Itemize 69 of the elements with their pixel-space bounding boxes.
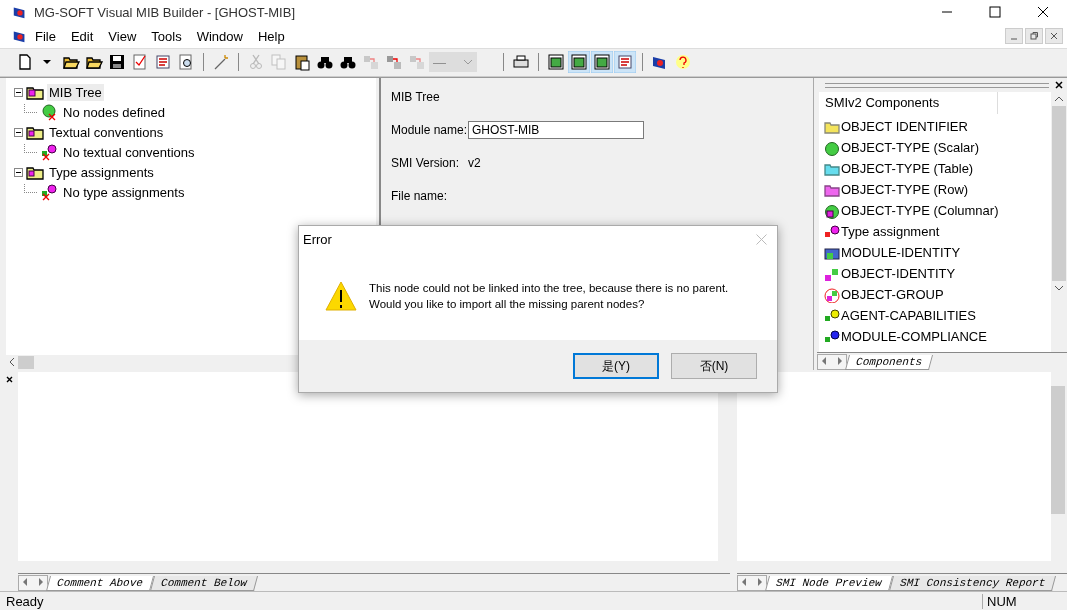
column-header[interactable]: SMIv2 Components <box>819 92 998 115</box>
component-item[interactable]: MODULE-IDENTITY <box>841 245 961 261</box>
collapse-icon[interactable] <box>14 127 23 137</box>
field-value: v2 <box>468 156 481 171</box>
component-item[interactable]: OBJECT-TYPE (Scalar) <box>841 140 979 156</box>
tree-item[interactable]: Textual conventions <box>47 123 166 141</box>
warning-icon <box>325 281 357 311</box>
maximize-icon[interactable] <box>989 6 1001 19</box>
collapse-icon[interactable] <box>14 167 23 177</box>
field-label: Module name: <box>391 123 468 138</box>
component-item[interactable]: OBJECT-TYPE (Table) <box>841 161 974 177</box>
dialog-message: This node could not be linked into the tree, because there is no parent. Would you like to import all the missing parent nodes? <box>369 281 729 312</box>
scroll-thumb[interactable] <box>1052 106 1066 282</box>
panel-tab[interactable]: Components <box>845 354 934 370</box>
component-item[interactable]: OBJECT-TYPE (Row) <box>841 182 969 198</box>
component-item[interactable]: OBJECT-TYPE (Columnar) <box>841 203 999 219</box>
component-item[interactable]: OBJECT-IDENTITY <box>841 266 956 282</box>
panel-tab[interactable]: Comment Above <box>46 576 154 592</box>
window-title: MG-SOFT Visual MIB Builder - [GHOST-MIB] <box>34 4 295 20</box>
tab-scroll-icon[interactable] <box>737 575 767 592</box>
list-icon[interactable] <box>614 51 636 74</box>
component-icon <box>824 223 840 240</box>
component-icon <box>824 328 840 345</box>
close-icon[interactable] <box>1055 81 1063 90</box>
component-icon <box>824 307 840 324</box>
dialog-button[interactable]: 否(N) <box>671 353 757 379</box>
component-item[interactable]: MODULE-COMPLIANCE <box>841 329 987 345</box>
component-item[interactable]: AGENT-CAPABILITIES <box>841 308 976 324</box>
tree-item[interactable]: No type assignments <box>61 183 187 201</box>
menu-item[interactable]: File <box>28 28 64 44</box>
tree-item[interactable]: MIB Tree <box>47 83 104 101</box>
menu-item[interactable]: Window <box>189 28 251 44</box>
component-icon <box>824 139 840 156</box>
window-icon[interactable] <box>591 51 613 74</box>
component-item[interactable]: OBJECT IDENTIFIER <box>841 119 968 135</box>
component-icon <box>824 202 840 219</box>
tree-item[interactable]: No textual conventions <box>61 143 197 161</box>
menu-item[interactable]: Tools <box>144 28 190 44</box>
panel-tab[interactable]: SMI Node Preview <box>765 576 893 592</box>
no-items-icon <box>40 183 58 202</box>
panel-heading: MIB Tree <box>391 90 441 105</box>
component-item[interactable]: Type assignment <box>841 224 940 240</box>
no-items-icon <box>40 143 58 162</box>
dialog-button[interactable]: 是(Y) <box>573 353 659 379</box>
scroll-thumb[interactable] <box>1051 385 1065 514</box>
status-message: Ready <box>6 593 44 609</box>
tab-scroll-icon[interactable] <box>817 353 847 370</box>
menu-item[interactable]: Help <box>250 28 293 44</box>
panel-tab[interactable]: SMI Consistency Report <box>888 576 1056 592</box>
field-label: File name: <box>391 189 449 204</box>
no-nodes-icon <box>40 103 58 122</box>
window-icon[interactable] <box>568 51 590 74</box>
restore-icon[interactable] <box>1025 28 1043 45</box>
panel-tab[interactable]: Comment Below <box>149 576 258 592</box>
component-item[interactable]: OBJECT-GROUP <box>841 287 944 303</box>
field-label: SMI Version: <box>391 156 461 171</box>
close-icon[interactable] <box>1037 6 1049 19</box>
module-name-field[interactable]: GHOST-MIB <box>468 121 644 140</box>
close-icon[interactable] <box>5 375 13 383</box>
scroll-thumb[interactable] <box>18 355 34 369</box>
tree-item[interactable]: Type assignments <box>47 163 156 181</box>
tab-scroll-icon[interactable] <box>18 575 48 592</box>
collapse-icon[interactable] <box>14 87 23 97</box>
menu-item[interactable]: View <box>101 28 145 44</box>
num-lock-indicator: NUM <box>982 593 1067 609</box>
dialog-title: Error <box>303 231 332 247</box>
tree-item[interactable]: No nodes defined <box>61 103 167 121</box>
component-icon <box>824 286 840 303</box>
menu-item[interactable]: Edit <box>63 28 102 44</box>
